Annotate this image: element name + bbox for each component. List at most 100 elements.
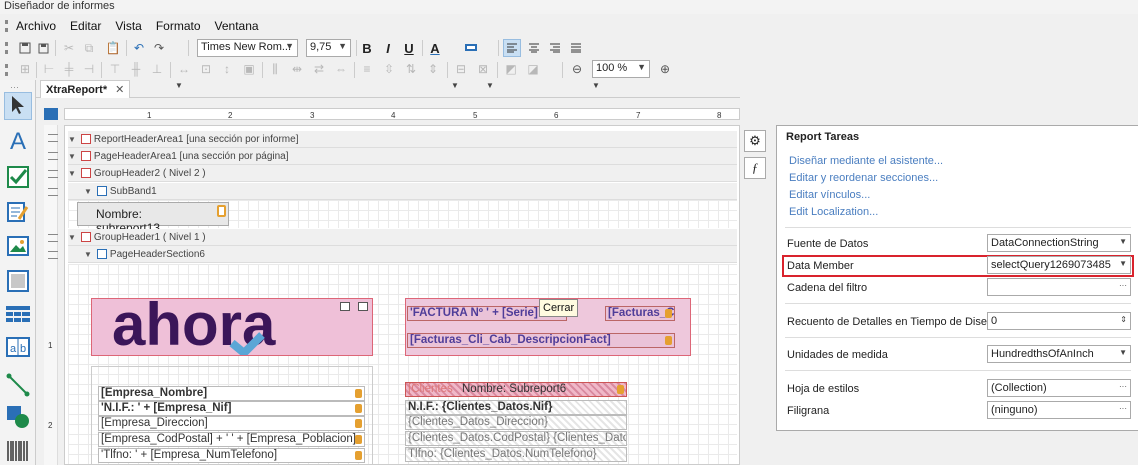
band-grip-icon[interactable] — [48, 234, 58, 242]
copy-icon[interactable]: ⧉ — [80, 39, 98, 57]
same-height-icon[interactable]: ↕ — [218, 60, 236, 78]
menu-ventana[interactable]: Ventana — [215, 19, 259, 33]
empresa-direccion-field[interactable]: [Empresa_Direccion] — [98, 416, 365, 431]
label-tool[interactable]: A — [4, 128, 32, 156]
font-color-icon[interactable]: A — [426, 39, 444, 57]
checkbox-tool[interactable] — [4, 164, 32, 192]
bold-icon[interactable]: B — [358, 39, 376, 57]
ellipsis-icon[interactable]: ··· — [1119, 404, 1127, 413]
edit-bindings-link[interactable]: Editar vínculos... — [789, 189, 870, 201]
watermark-field[interactable]: (ninguno) ··· — [987, 401, 1131, 419]
same-size-icon[interactable]: ▣ — [240, 60, 258, 78]
v-spacing-remove-icon[interactable]: ⇕ — [424, 60, 442, 78]
pointer-tool[interactable] — [4, 92, 32, 120]
paste-icon[interactable]: 📋 — [104, 39, 122, 57]
h-spacing-remove-icon[interactable]: ⇔ — [332, 60, 350, 78]
clientes-codpostal-field[interactable]: {Clientes_Datos.CodPostal} {Clientes_Dat… — [405, 431, 627, 446]
band-page-header[interactable]: ▼ PageHeaderArea1 [una sección por página… — [68, 148, 737, 165]
redo-icon[interactable]: ↷ — [150, 39, 168, 57]
collapse-icon[interactable]: ▼ — [68, 135, 76, 144]
ellipsis-icon[interactable]: ··· — [1119, 382, 1127, 391]
clientes-subreport[interactable]: [Clientes Nombre: Subreport6 — [405, 382, 627, 397]
panel-tool[interactable] — [4, 268, 32, 296]
same-width-icon[interactable]: ↔ — [175, 60, 193, 78]
align-left-icon[interactable] — [503, 39, 521, 57]
center-vertically-icon[interactable]: ⊠ — [474, 60, 492, 78]
ruler-corner-button[interactable] — [44, 108, 58, 120]
clientes-direccion-field[interactable]: {Clientes_Datos_Direccion} — [405, 415, 627, 430]
size-to-grid-icon[interactable]: ⊡ — [197, 60, 215, 78]
align-to-grid-icon[interactable]: ⊞ — [16, 60, 34, 78]
v-spacing-decrease-icon[interactable]: ⇅ — [402, 60, 420, 78]
picture-tool[interactable] — [4, 233, 32, 261]
align-centers-icon[interactable]: ╪ — [60, 60, 78, 78]
center-horizontally-icon[interactable]: ⊟ — [452, 60, 470, 78]
close-icon[interactable]: ✕ — [115, 84, 124, 96]
smart-tag-button[interactable]: ⚙ — [744, 130, 766, 152]
undo-icon[interactable]: ↶ — [130, 39, 148, 57]
collapse-icon[interactable]: ▼ — [68, 152, 76, 161]
menu-archivo[interactable]: Archivo — [16, 19, 56, 33]
table-tool[interactable] — [4, 302, 32, 330]
font-size-combo[interactable]: 9,75 ▼ — [306, 39, 351, 57]
detail-count-spinner[interactable]: 0 ⇕ — [987, 312, 1131, 330]
character-comb-tool[interactable]: ab — [4, 334, 32, 362]
h-spacing-decrease-icon[interactable]: ⇄ — [310, 60, 328, 78]
bring-to-front-icon[interactable]: ◩ — [502, 60, 520, 78]
collapse-icon[interactable]: ▼ — [68, 169, 76, 178]
band-grip-icon[interactable] — [48, 152, 58, 160]
script-button[interactable]: ƒ — [744, 157, 766, 179]
richtext-tool[interactable] — [4, 199, 32, 227]
menu-formato[interactable]: Formato — [156, 19, 201, 33]
band-page-header-section[interactable]: ▼ PageHeaderSection6 — [68, 246, 737, 263]
justify-icon[interactable] — [567, 39, 585, 57]
data-member-dropdown[interactable]: selectQuery1269073485 ▼ — [987, 256, 1131, 274]
band-group-header2[interactable]: ▼ GroupHeader2 ( Nivel 2 ) — [68, 165, 737, 182]
empresa-telefono-field[interactable]: 'Tlfno: ' + [Empresa_NumTelefono] — [98, 448, 365, 463]
spin-icon[interactable]: ⇕ — [1120, 315, 1127, 324]
descripcion-field[interactable]: [Facturas_Cli_Cab_DescripcionFact] — [407, 333, 675, 348]
barcode-tool[interactable] — [4, 438, 32, 465]
align-tops-icon[interactable]: ⊤ — [106, 60, 124, 78]
align-right-icon[interactable] — [546, 39, 564, 57]
zoom-out-icon[interactable]: ⊖ — [568, 60, 586, 78]
band-subband[interactable]: ▼ SubBand1 — [68, 183, 737, 200]
collapse-icon[interactable]: ▼ — [84, 187, 92, 196]
subreport-control[interactable]: Nombre: subreport13... — [77, 202, 229, 235]
zoom-in-icon[interactable]: ⊕ — [656, 60, 674, 78]
design-surface[interactable]: ▼ ReportHeaderArea1 [una sección por info… — [64, 125, 740, 465]
edit-localization-link[interactable]: Edit Localization... — [789, 206, 878, 218]
datasource-dropdown[interactable]: DataConnectionString ▼ — [987, 234, 1131, 252]
align-rights-icon[interactable]: ⊣ — [80, 60, 98, 78]
clientes-nif-field[interactable]: N.I.F.: {Clientes_Datos.Nif} — [405, 400, 627, 415]
empresa-nombre-field[interactable]: [Empresa_Nombre] — [98, 386, 365, 401]
toolbox-grip-icon[interactable]: ··· — [10, 82, 19, 92]
menu-vista[interactable]: Vista — [115, 19, 141, 33]
font-name-combo[interactable]: Times New Rom... ▼ — [197, 39, 298, 57]
wizard-link[interactable]: Diseñar mediante el asistente... — [789, 155, 943, 167]
band-grip-icon[interactable] — [48, 170, 58, 178]
shape-tool[interactable] — [4, 404, 32, 432]
edit-sections-link[interactable]: Editar y reordenar secciones... — [789, 172, 938, 184]
toolbar-grip[interactable] — [5, 42, 8, 54]
save-all-icon[interactable] — [34, 39, 52, 57]
band-grip-icon[interactable] — [48, 188, 58, 196]
measure-units-dropdown[interactable]: HundredthsOfAnInch ▼ — [987, 345, 1131, 363]
clientes-telefono-field[interactable]: Tlfno: {Clientes_Datos.NumTelefono} — [405, 447, 627, 462]
filter-string-field[interactable]: ··· — [987, 278, 1131, 296]
back-color-icon[interactable] — [462, 39, 480, 57]
send-to-back-icon[interactable]: ◪ — [524, 60, 542, 78]
underline-icon[interactable]: U — [400, 39, 418, 57]
h-spacing-equal-icon[interactable]: ⫼ — [266, 60, 284, 78]
empresa-nif-field[interactable]: 'N.I.F.: ' + [Empresa_Nif] — [98, 401, 365, 416]
align-center-icon[interactable] — [525, 39, 543, 57]
cut-icon[interactable]: ✂ — [60, 39, 78, 57]
menu-editar[interactable]: Editar — [70, 19, 101, 33]
v-spacing-equal-icon[interactable]: ≡ — [358, 60, 376, 78]
stylesheet-field[interactable]: (Collection) ··· — [987, 379, 1131, 397]
tab-xtrareport[interactable]: XtraReport* ✕ — [40, 80, 131, 98]
toolbar-grip[interactable] — [5, 64, 8, 76]
save-icon[interactable] — [16, 39, 34, 57]
h-spacing-increase-icon[interactable]: ⇹ — [288, 60, 306, 78]
facturas-field[interactable]: [Facturas_C — [605, 306, 675, 321]
